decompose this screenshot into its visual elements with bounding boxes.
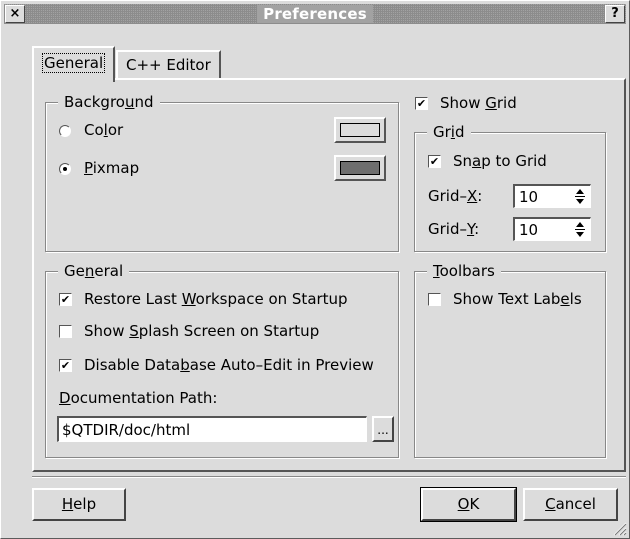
background-group-title: Background bbox=[58, 93, 160, 111]
color-swatch bbox=[340, 123, 380, 137]
grid-y-spinbox[interactable]: 10 bbox=[513, 217, 591, 241]
title-bar[interactable]: × Preferences ? bbox=[4, 4, 626, 24]
pixmap-radio-label[interactable]: Pixmap bbox=[84, 159, 139, 177]
preferences-dialog: × Preferences ? General C++ Editor Backg… bbox=[0, 0, 630, 539]
disable-auto-edit-checkbox[interactable]: ✔ bbox=[59, 359, 72, 372]
restore-workspace-label[interactable]: Restore Last Workspace on Startup bbox=[84, 290, 348, 308]
show-splash-checkbox[interactable] bbox=[59, 325, 72, 338]
spin-arrows-icon[interactable] bbox=[572, 187, 588, 206]
ok-button[interactable]: OK bbox=[421, 488, 516, 521]
show-grid-checkbox[interactable]: ✔ bbox=[415, 97, 428, 110]
pixmap-swatch bbox=[340, 161, 380, 175]
window-title: Preferences bbox=[257, 5, 373, 23]
restore-workspace-checkbox[interactable]: ✔ bbox=[59, 293, 72, 306]
separator bbox=[32, 476, 626, 478]
grid-y-value[interactable]: 10 bbox=[519, 220, 538, 240]
color-picker-button[interactable] bbox=[334, 117, 386, 143]
grid-y-label: Grid–Y: bbox=[428, 220, 480, 238]
doc-path-input[interactable]: $QTDIR/doc/html bbox=[57, 416, 367, 442]
show-splash-label[interactable]: Show Splash Screen on Startup bbox=[84, 322, 319, 340]
general-group-title: General bbox=[58, 262, 130, 280]
color-radio[interactable] bbox=[59, 125, 71, 137]
disable-auto-edit-label[interactable]: Disable Database Auto–Edit in Preview bbox=[84, 356, 374, 374]
snap-to-grid-checkbox[interactable]: ✔ bbox=[428, 155, 441, 168]
spin-arrows-icon[interactable] bbox=[572, 220, 588, 239]
show-text-labels-label[interactable]: Show Text Labels bbox=[453, 290, 582, 308]
snap-to-grid-label[interactable]: Snap to Grid bbox=[453, 152, 547, 170]
grid-x-value[interactable]: 10 bbox=[519, 187, 538, 207]
tab-cpp-editor-label: C++ Editor bbox=[126, 56, 211, 74]
cancel-button[interactable]: Cancel bbox=[523, 488, 618, 521]
tab-cpp-editor[interactable]: C++ Editor bbox=[116, 50, 221, 78]
help-question-icon[interactable]: ? bbox=[605, 5, 625, 23]
toolbars-group-title: Toolbars bbox=[427, 262, 501, 280]
color-radio-label[interactable]: Color bbox=[84, 121, 123, 139]
pixmap-picker-button[interactable] bbox=[334, 155, 386, 181]
tab-general[interactable]: General bbox=[32, 46, 116, 82]
browse-button[interactable]: ... bbox=[372, 416, 394, 442]
doc-path-label: Documentation Path: bbox=[59, 389, 218, 407]
grid-x-label: Grid–X: bbox=[428, 187, 483, 205]
grid-group-title: Grid bbox=[427, 123, 471, 141]
grid-x-spinbox[interactable]: 10 bbox=[513, 184, 591, 208]
show-grid-label[interactable]: Show Grid bbox=[440, 94, 517, 112]
tab-general-label: General bbox=[42, 53, 106, 73]
resize-grip-icon[interactable] bbox=[613, 522, 627, 536]
pixmap-radio[interactable] bbox=[59, 163, 71, 175]
show-text-labels-checkbox[interactable] bbox=[428, 293, 441, 306]
help-button[interactable]: Help bbox=[32, 488, 126, 521]
